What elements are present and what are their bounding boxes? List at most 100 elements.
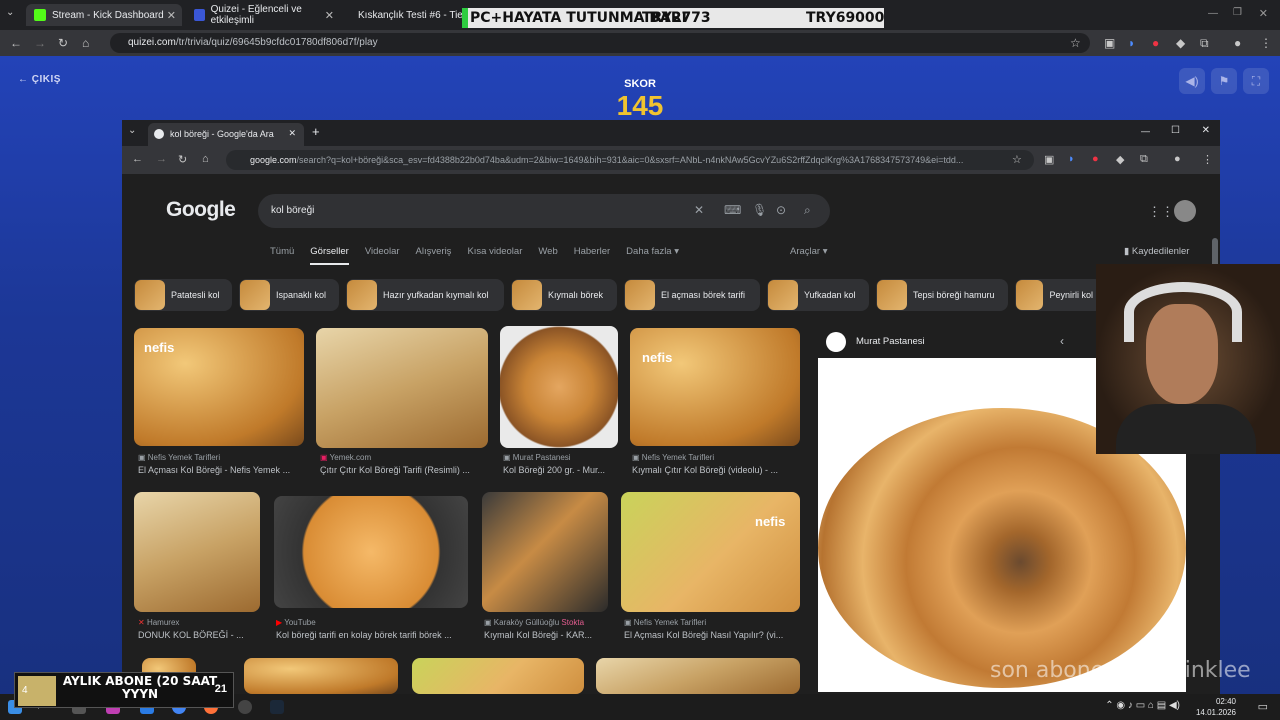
translate-icon[interactable]: ◗ — [1128, 36, 1135, 50]
maximize-icon[interactable]: ❐ — [1233, 7, 1242, 18]
result-source[interactable]: ▣ Nefis Yemek Tarifleri — [632, 453, 798, 462]
result-source[interactable]: ▣ Karaköy Güllüoğlu Stokta — [484, 618, 608, 627]
minimize-icon[interactable]: — — [1208, 8, 1218, 19]
result-image[interactable] — [596, 658, 800, 694]
search-icon[interactable]: ⌕ — [804, 203, 811, 218]
search-input[interactable]: kol böreği — [271, 205, 314, 216]
home-icon[interactable]: ⌂ — [82, 36, 89, 50]
extension-icon[interactable]: ▣ — [1044, 153, 1054, 166]
extension-icon[interactable]: ▣ — [1104, 36, 1115, 50]
close-window-icon[interactable]: ✕ — [1202, 125, 1210, 136]
result-title[interactable]: El Açması Kol Böreği Nasıl Yapılır? (vi.… — [624, 630, 800, 640]
chip-tepsi[interactable]: Tepsi böreği hamuru — [876, 279, 1008, 311]
exit-button[interactable]: ← ÇIKIŞ — [18, 74, 61, 85]
result-source[interactable]: ▶ YouTube — [276, 618, 466, 627]
back-icon[interactable]: ← — [10, 36, 22, 50]
avatar[interactable] — [1174, 200, 1196, 222]
inner-address-bar[interactable]: google.com/search?q=kol+böreği&sca_esv=f… — [226, 150, 1034, 170]
close-window-icon[interactable]: ✕ — [1259, 7, 1268, 20]
forward-icon[interactable]: → — [156, 153, 167, 165]
reload-icon[interactable]: ↻ — [178, 153, 187, 166]
profile-icon[interactable]: ● — [1174, 153, 1181, 165]
new-tab-icon[interactable]: + — [312, 124, 320, 139]
result-source[interactable]: ▣ Yemek.com — [320, 453, 486, 462]
extension-red-icon[interactable]: ● — [1152, 36, 1159, 50]
puzzle-icon[interactable]: ⧉ — [1140, 153, 1148, 166]
tray-icons[interactable]: ⌃ ◉ ♪ ▭ ⌂ ▤ ◀) — [1105, 700, 1180, 711]
chip-kiymali[interactable]: Kıymalı börek — [511, 279, 617, 311]
tab-more[interactable]: Daha fazla ▾ — [626, 246, 679, 265]
chip-hazir-yufkadan[interactable]: Hazır yufkadan kıymalı kol — [346, 279, 504, 311]
shield-icon[interactable]: ◆ — [1116, 153, 1124, 166]
tab-short-videos[interactable]: Kısa videolar — [467, 246, 522, 265]
inner-tab-google[interactable]: kol böreği - Google'da Ara ✕ — [148, 123, 304, 146]
search-box[interactable]: kol böreği ✕ ⌨ 🎙 ⊙ ⌕ — [258, 194, 830, 228]
tab-all[interactable]: Tümü — [270, 246, 294, 265]
result-image[interactable] — [412, 658, 584, 694]
chip-el-acmasi[interactable]: El açması börek tarifi — [624, 279, 760, 311]
flag-icon[interactable]: ⚑ — [1211, 68, 1237, 94]
home-icon[interactable]: ⌂ — [202, 153, 209, 165]
result-image[interactable] — [274, 496, 468, 608]
result-title[interactable]: DONUK KOL BÖREĞİ - ... — [138, 630, 260, 640]
outer-tab-kick[interactable]: Stream - Kick Dashboard ✕ — [26, 4, 182, 26]
translate-icon[interactable]: ◗ — [1068, 153, 1075, 165]
result-title[interactable]: Kıymalı Çıtır Kol Böreği (videolu) - ... — [632, 465, 800, 475]
google-logo[interactable]: Google — [166, 198, 236, 222]
tools-button[interactable]: Araçlar ▾ — [790, 246, 828, 257]
mic-icon[interactable]: 🎙 — [752, 203, 767, 217]
forward-icon[interactable]: → — [34, 36, 46, 50]
result-image[interactable] — [482, 492, 608, 612]
tab-videos[interactable]: Videolar — [365, 246, 400, 265]
result-image[interactable] — [500, 326, 618, 448]
keyboard-icon[interactable]: ⌨ — [724, 203, 741, 217]
result-title[interactable]: Çıtır Çıtır Kol Böreği Tarifi (Resimli) … — [320, 465, 488, 475]
bookmark-star-icon[interactable]: ☆ — [1012, 153, 1022, 166]
tab-web[interactable]: Web — [538, 246, 557, 265]
result-image[interactable] — [316, 328, 488, 448]
tab-images[interactable]: Görseller — [310, 246, 349, 265]
notification-icon[interactable]: ▭ — [1258, 700, 1268, 713]
result-title[interactable]: Kıymalı Kol Böreği - KAR... — [484, 630, 608, 640]
chevron-left-icon[interactable]: ‹ — [1060, 334, 1064, 348]
lens-icon[interactable]: ⊙ — [776, 203, 786, 217]
clock[interactable]: 02:40 14.01.2026 — [1196, 696, 1236, 718]
result-image[interactable]: nefis — [134, 328, 304, 446]
reload-icon[interactable]: ↻ — [58, 36, 68, 50]
shield-icon[interactable]: ◆ — [1176, 36, 1185, 50]
profile-icon[interactable]: ● — [1234, 36, 1241, 50]
sound-icon[interactable]: ◀) — [1179, 68, 1205, 94]
result-title[interactable]: Kol Böreği 200 gr. - Mur... — [503, 465, 619, 475]
result-image[interactable]: nefis — [621, 492, 800, 612]
chip-ispanakli[interactable]: Ispanaklı kol — [239, 279, 339, 311]
bookmark-star-icon[interactable]: ☆ — [1070, 36, 1081, 50]
outer-address-bar[interactable]: quizei.com/tr/trivia/quiz/69645b9cfdc017… — [110, 33, 1090, 53]
result-source[interactable]: ▣ Nefis Yemek Tarifleri — [624, 618, 800, 627]
result-image[interactable]: nefis — [630, 328, 800, 446]
chip-yufkadan[interactable]: Yufkadan kol — [767, 279, 869, 311]
tab-news[interactable]: Haberler — [574, 246, 610, 265]
result-title[interactable]: El Açması Kol Böreği - Nefis Yemek ... — [138, 465, 304, 475]
tab-search-icon[interactable]: ⌄ — [128, 125, 136, 136]
back-icon[interactable]: ← — [132, 153, 143, 165]
tab-shopping[interactable]: Alışveriş — [416, 246, 452, 265]
obs-icon[interactable] — [238, 700, 252, 714]
result-image[interactable] — [244, 658, 398, 694]
outer-tab-tierlist[interactable]: Kıskançlık Testi #6 - Tier List — [344, 4, 464, 26]
clear-icon[interactable]: ✕ — [694, 203, 704, 217]
result-title[interactable]: Kol böreği tarifi en kolay börek tarifi … — [276, 630, 468, 640]
tab-search-icon[interactable]: ⌄ — [6, 7, 14, 18]
steam-icon[interactable] — [270, 700, 284, 714]
minimize-icon[interactable]: — — [1141, 126, 1150, 136]
result-source[interactable]: ✕ Hamurex — [138, 618, 258, 627]
close-icon[interactable]: ✕ — [325, 9, 334, 22]
result-source[interactable]: ▣ Murat Pastanesi — [503, 453, 619, 462]
extension-red-icon[interactable]: ● — [1092, 153, 1099, 165]
maximize-icon[interactable]: ☐ — [1171, 125, 1180, 136]
fullscreen-icon[interactable]: ⛶ — [1243, 68, 1269, 94]
chip-peynirli[interactable]: Peynirli kol — [1015, 279, 1103, 311]
result-image[interactable] — [134, 492, 260, 612]
close-icon[interactable]: ✕ — [288, 128, 296, 139]
puzzle-icon[interactable]: ⧉ — [1200, 36, 1209, 51]
result-source[interactable]: ▣ Nefis Yemek Tarifleri — [138, 453, 304, 462]
